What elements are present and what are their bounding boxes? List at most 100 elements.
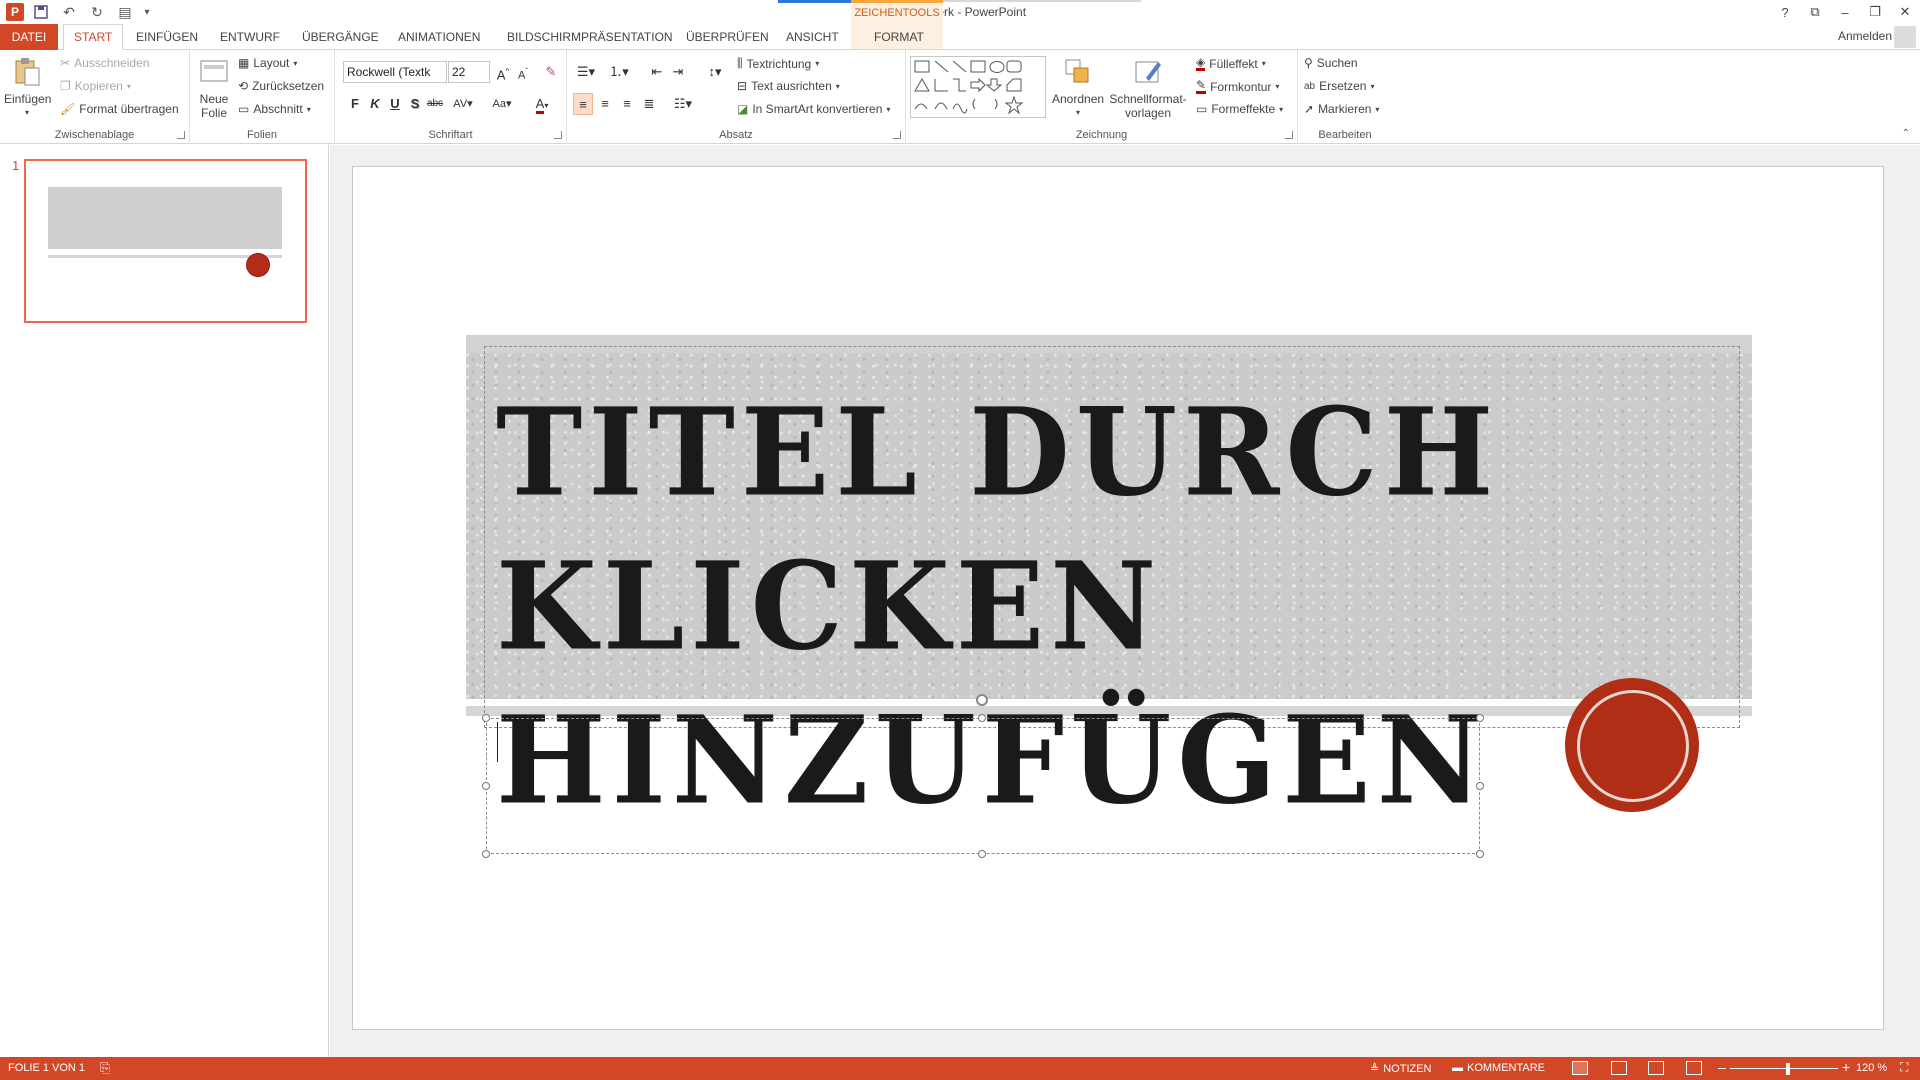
copy-button[interactable]: ❐ Kopieren ▾	[60, 79, 131, 93]
quick-styles-button[interactable]: Schnellformat- vorlagen	[1108, 56, 1188, 120]
find-button[interactable]: ⚲ Suchen	[1304, 56, 1358, 70]
cut-button[interactable]: ✂ Ausschneiden	[60, 56, 149, 70]
sign-in-link[interactable]: Anmelden	[1838, 29, 1892, 43]
group-clipboard: Einfügen ▾ ✂ Ausschneiden ❐ Kopieren ▾ 🖌 For…	[0, 50, 190, 144]
align-text-button[interactable]: ⊟ Text ausrichten ▾	[737, 79, 840, 93]
quick-styles-label-2: vorlagen	[1124, 106, 1172, 120]
decrease-indent-icon[interactable]: ⇤	[647, 61, 667, 83]
zoom-level[interactable]: 120 %	[1856, 1062, 1887, 1074]
tab-insert[interactable]: EINFÜGEN	[136, 29, 198, 50]
resize-handle[interactable]	[1476, 782, 1484, 790]
select-button[interactable]: ➚ Markieren ▾	[1304, 102, 1379, 116]
zoom-slider[interactable]	[1730, 1068, 1838, 1069]
thumbnail-banner	[48, 187, 282, 249]
shrink-font-icon[interactable]: Aˇ	[513, 61, 533, 83]
increase-indent-icon[interactable]: ⇥	[668, 61, 688, 83]
bullets-icon[interactable]: ☰▾	[573, 61, 599, 83]
line-spacing-icon[interactable]: ↕▾	[702, 61, 728, 83]
shape-outline-button[interactable]: ✎ Formkontur ▾	[1196, 79, 1279, 94]
tab-design[interactable]: ENTWURF	[220, 29, 280, 50]
bold-button[interactable]: F	[345, 93, 365, 115]
shape-effects-button[interactable]: ▭ Formeffekte ▾	[1196, 102, 1283, 116]
comments-button[interactable]: ▬ KOMMENTARE	[1452, 1062, 1545, 1074]
tab-start[interactable]: START	[63, 24, 124, 51]
underline-button[interactable]: U	[385, 93, 405, 115]
clear-formatting-icon[interactable]: ✎	[541, 61, 561, 83]
font-color-button[interactable]: A▾	[527, 93, 557, 115]
tab-animations[interactable]: ANIMATIONEN	[398, 29, 480, 50]
resize-handle[interactable]	[978, 714, 986, 722]
resize-handle[interactable]	[1476, 850, 1484, 858]
font-size-combobox[interactable]: 22	[448, 61, 490, 83]
resize-handle[interactable]	[482, 782, 490, 790]
align-center-icon[interactable]: ≡	[595, 93, 615, 115]
collapse-ribbon-icon[interactable]: ⌃	[1902, 128, 1910, 139]
shapes-gallery[interactable]	[910, 56, 1046, 118]
align-left-icon[interactable]: ≡	[573, 93, 593, 115]
close-button[interactable]: ✕	[1890, 0, 1920, 24]
zoom-in-icon[interactable]: +	[1842, 1059, 1850, 1075]
layout-button[interactable]: ▦ Layout ▾	[238, 56, 297, 70]
fit-to-window-icon[interactable]: ⛶	[1900, 1060, 1908, 1075]
justify-icon[interactable]: ≣	[639, 93, 659, 115]
resize-handle[interactable]	[482, 714, 490, 722]
rotate-handle[interactable]	[976, 694, 988, 706]
help-button[interactable]: ?	[1770, 0, 1800, 24]
ribbon-display-options-icon[interactable]: ⧉	[1800, 0, 1830, 24]
columns-icon[interactable]: ☷▾	[669, 93, 697, 115]
tab-transitions[interactable]: ÜBERGÄNGE	[302, 29, 379, 50]
format-painter-button[interactable]: 🖌 Format übertragen	[60, 102, 179, 116]
chevron-down-icon: ▾	[835, 81, 840, 91]
strikethrough-button[interactable]: abc	[425, 93, 445, 115]
grow-font-icon[interactable]: A^	[493, 61, 513, 83]
reading-view-icon[interactable]	[1648, 1061, 1664, 1075]
dialog-launcher-icon[interactable]	[1285, 131, 1293, 139]
resize-handle[interactable]	[482, 850, 490, 858]
resize-handle[interactable]	[1476, 714, 1484, 722]
align-right-icon[interactable]: ≡	[617, 93, 637, 115]
normal-view-icon[interactable]	[1572, 1061, 1588, 1075]
zoom-out-icon[interactable]: –	[1718, 1059, 1726, 1075]
replace-button[interactable]: ab Ersetzen ▾	[1304, 79, 1375, 93]
convert-smartart-button[interactable]: ◪ In SmartArt konvertieren ▾	[737, 102, 890, 116]
paint-bucket-icon: ◈	[1196, 55, 1206, 71]
new-slide-button[interactable]: Neue Folie	[194, 56, 234, 120]
tab-view[interactable]: ANSICHT	[786, 29, 839, 50]
reset-button[interactable]: ⟲ Zurücksetzen	[238, 79, 324, 93]
slideshow-view-icon[interactable]	[1686, 1061, 1702, 1075]
italic-button[interactable]: K	[365, 93, 385, 115]
restore-button[interactable]: ❐	[1860, 0, 1890, 24]
font-name-combobox[interactable]: Rockwell (Textk	[343, 61, 447, 83]
tab-review[interactable]: ÜBERPRÜFEN	[686, 29, 769, 50]
avatar[interactable]	[1894, 26, 1916, 48]
chevron-down-icon: ▾	[886, 104, 891, 114]
tab-slideshow[interactable]: BILDSCHIRMPRÄSENTATION	[507, 29, 673, 50]
numbering-icon[interactable]: ⒈▾	[605, 61, 633, 83]
tab-file[interactable]: DATEI	[0, 24, 58, 50]
dialog-launcher-icon[interactable]	[177, 131, 185, 139]
change-case-button[interactable]: Aa▾	[487, 93, 517, 115]
chevron-down-icon: ▾	[293, 58, 298, 68]
shape-fill-button[interactable]: ◈ Fülleffekt ▾	[1196, 56, 1266, 71]
slide-sorter-icon[interactable]	[1611, 1061, 1627, 1075]
tab-format[interactable]: FORMAT	[874, 29, 924, 50]
shape-effects-label: Formeffekte	[1211, 102, 1276, 116]
dialog-launcher-icon[interactable]	[893, 131, 901, 139]
slide-thumbnail[interactable]	[24, 159, 307, 323]
resize-handle[interactable]	[978, 850, 986, 858]
character-spacing-button[interactable]: AV▾	[448, 93, 478, 115]
new-slide-label-1: Neue	[199, 92, 229, 106]
quick-styles-label-1: Schnellformat-	[1109, 92, 1187, 106]
subtitle-placeholder[interactable]	[486, 718, 1480, 854]
arrange-button[interactable]: Anordnen ▾	[1052, 56, 1104, 120]
shadow-button[interactable]: S	[405, 93, 425, 115]
spellcheck-icon[interactable]: ⎘	[100, 1060, 110, 1076]
minimize-button[interactable]: –	[1830, 0, 1860, 24]
text-direction-button[interactable]: ⫼ Textrichtung ▾	[737, 56, 819, 71]
zoom-slider-thumb[interactable]	[1785, 1063, 1790, 1075]
paste-button[interactable]: Einfügen ▾	[4, 56, 51, 120]
section-button[interactable]: ▭ Abschnitt ▾	[238, 102, 311, 116]
chevron-down-icon: ▾	[1279, 104, 1284, 114]
notes-button[interactable]: ≜ NOTIZEN	[1370, 1062, 1432, 1076]
dialog-launcher-icon[interactable]	[554, 131, 562, 139]
